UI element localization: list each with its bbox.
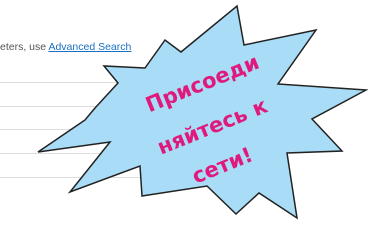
burst-star-icon: Присоеди няйтесь к сети! — [37, 4, 368, 220]
promo-burst[interactable]: Присоеди няйтесь к сети! — [0, 0, 368, 248]
